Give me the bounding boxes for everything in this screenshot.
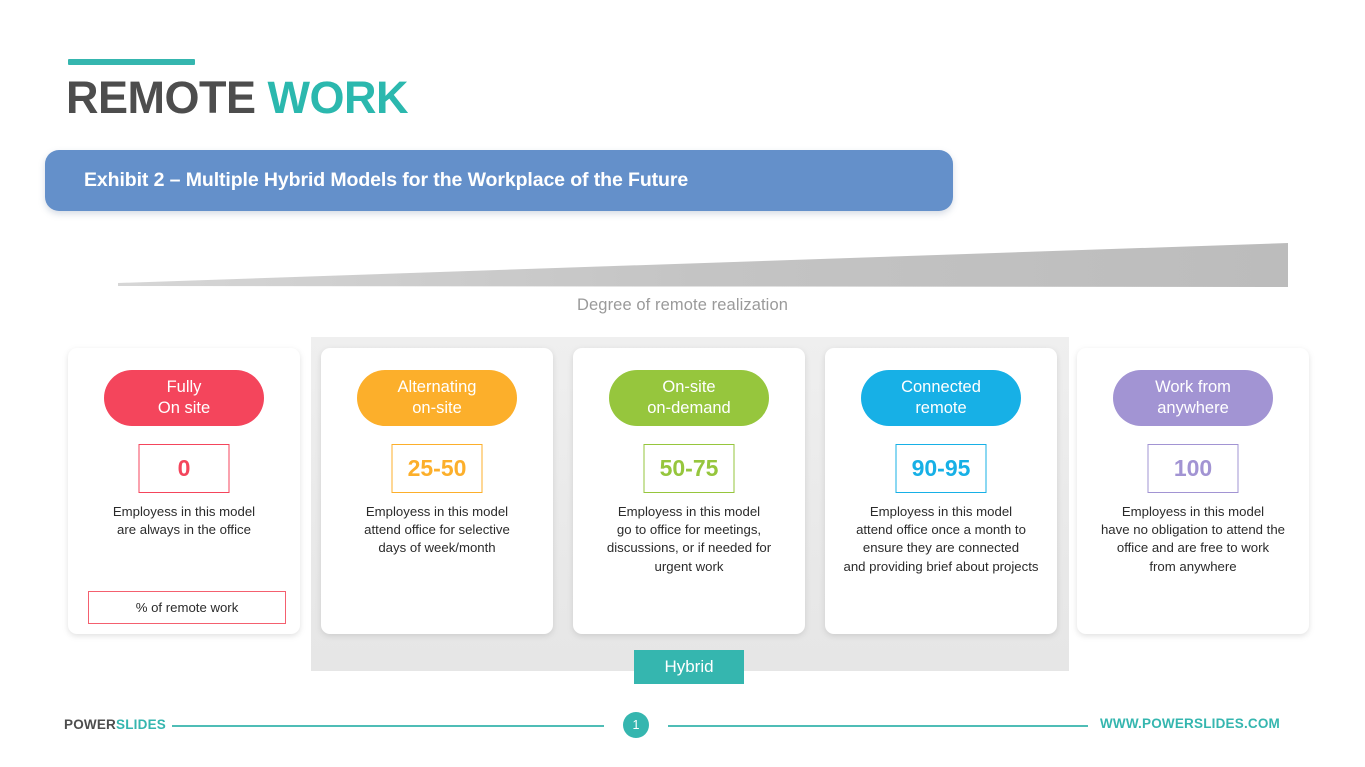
page-title-secondary: WORK: [267, 72, 409, 123]
model-card-description: Employess in this model attend office on…: [843, 504, 1039, 574]
footer-brand-secondary: SLIDES: [116, 717, 166, 732]
remote-work-legend: % of remote work: [88, 591, 286, 624]
model-card-value: 0: [138, 444, 230, 493]
slide-canvas: REMOTE WORK Exhibit 2 – Multiple Hybrid …: [0, 0, 1365, 767]
model-card-connected-remote[interactable]: Connected remote 90-95 Employess in this…: [825, 348, 1057, 634]
model-card-title-line2: anywhere: [1157, 399, 1229, 417]
model-card-pill: Alternating on-site: [357, 370, 517, 426]
hybrid-badge: Hybrid: [634, 650, 744, 684]
model-card-description: Employess in this model attend office fo…: [364, 504, 510, 556]
footer-rule-left: [172, 725, 604, 727]
model-card-pill: On-site on-demand: [609, 370, 769, 426]
model-card-description: Employess in this model go to office for…: [606, 504, 772, 574]
model-card-title-line1: Alternating: [397, 377, 477, 396]
model-card-title-line1: Connected: [901, 377, 981, 396]
page-title-primary: REMOTE: [66, 72, 256, 123]
model-card-value: 25-50: [391, 444, 483, 493]
footer-rule-right: [668, 725, 1088, 727]
degree-axis-label: Degree of remote realization: [577, 296, 788, 314]
model-card-title-line1: Work from: [1155, 377, 1231, 396]
model-card-alternating-on-site[interactable]: Alternating on-site 25-50 Employess in t…: [321, 348, 553, 634]
model-card-description: Employess in this model have no obligati…: [1100, 504, 1286, 574]
page-number-badge: 1: [623, 712, 649, 738]
model-card-value: 50-75: [643, 444, 735, 493]
model-card-pill: Work from anywhere: [1113, 370, 1273, 426]
exhibit-banner-label: Exhibit 2 – Multiple Hybrid Models for t…: [84, 169, 689, 191]
exhibit-banner: Exhibit 2 – Multiple Hybrid Models for t…: [45, 150, 953, 211]
degree-wedge-arrow: [118, 243, 1288, 287]
model-card-on-site-on-demand[interactable]: On-site on-demand 50-75 Employess in thi…: [573, 348, 805, 634]
model-card-pill: Connected remote: [861, 370, 1021, 426]
model-card-title-line2: on-demand: [647, 399, 731, 417]
model-card-description: Employess in this model are always in th…: [112, 504, 256, 538]
page-title: REMOTE WORK: [66, 71, 409, 125]
hybrid-badge-label: Hybrid: [664, 657, 714, 676]
title-accent-bar: [68, 59, 195, 65]
remote-work-legend-label: % of remote work: [135, 600, 239, 615]
model-card-work-from-anywhere[interactable]: Work from anywhere 100 Employess in this…: [1077, 348, 1309, 634]
model-card-pill: Fully On site: [104, 370, 264, 426]
footer-brand-primary: POWER: [64, 717, 117, 732]
footer-url: WWW.POWERSLIDES.COM: [1099, 716, 1280, 731]
model-card-title-line2: On site: [157, 399, 211, 417]
page-number-label: 1: [632, 718, 640, 732]
model-card-value: 100: [1147, 444, 1239, 493]
model-card-value: 90-95: [895, 444, 987, 493]
model-card-title-line1: Fully: [166, 377, 202, 396]
model-card-title-line1: On-site: [662, 377, 716, 396]
footer-brand: POWERSLIDES: [64, 717, 166, 732]
model-card-title-line2: remote: [915, 399, 967, 417]
model-card-title-line2: on-site: [412, 399, 462, 417]
